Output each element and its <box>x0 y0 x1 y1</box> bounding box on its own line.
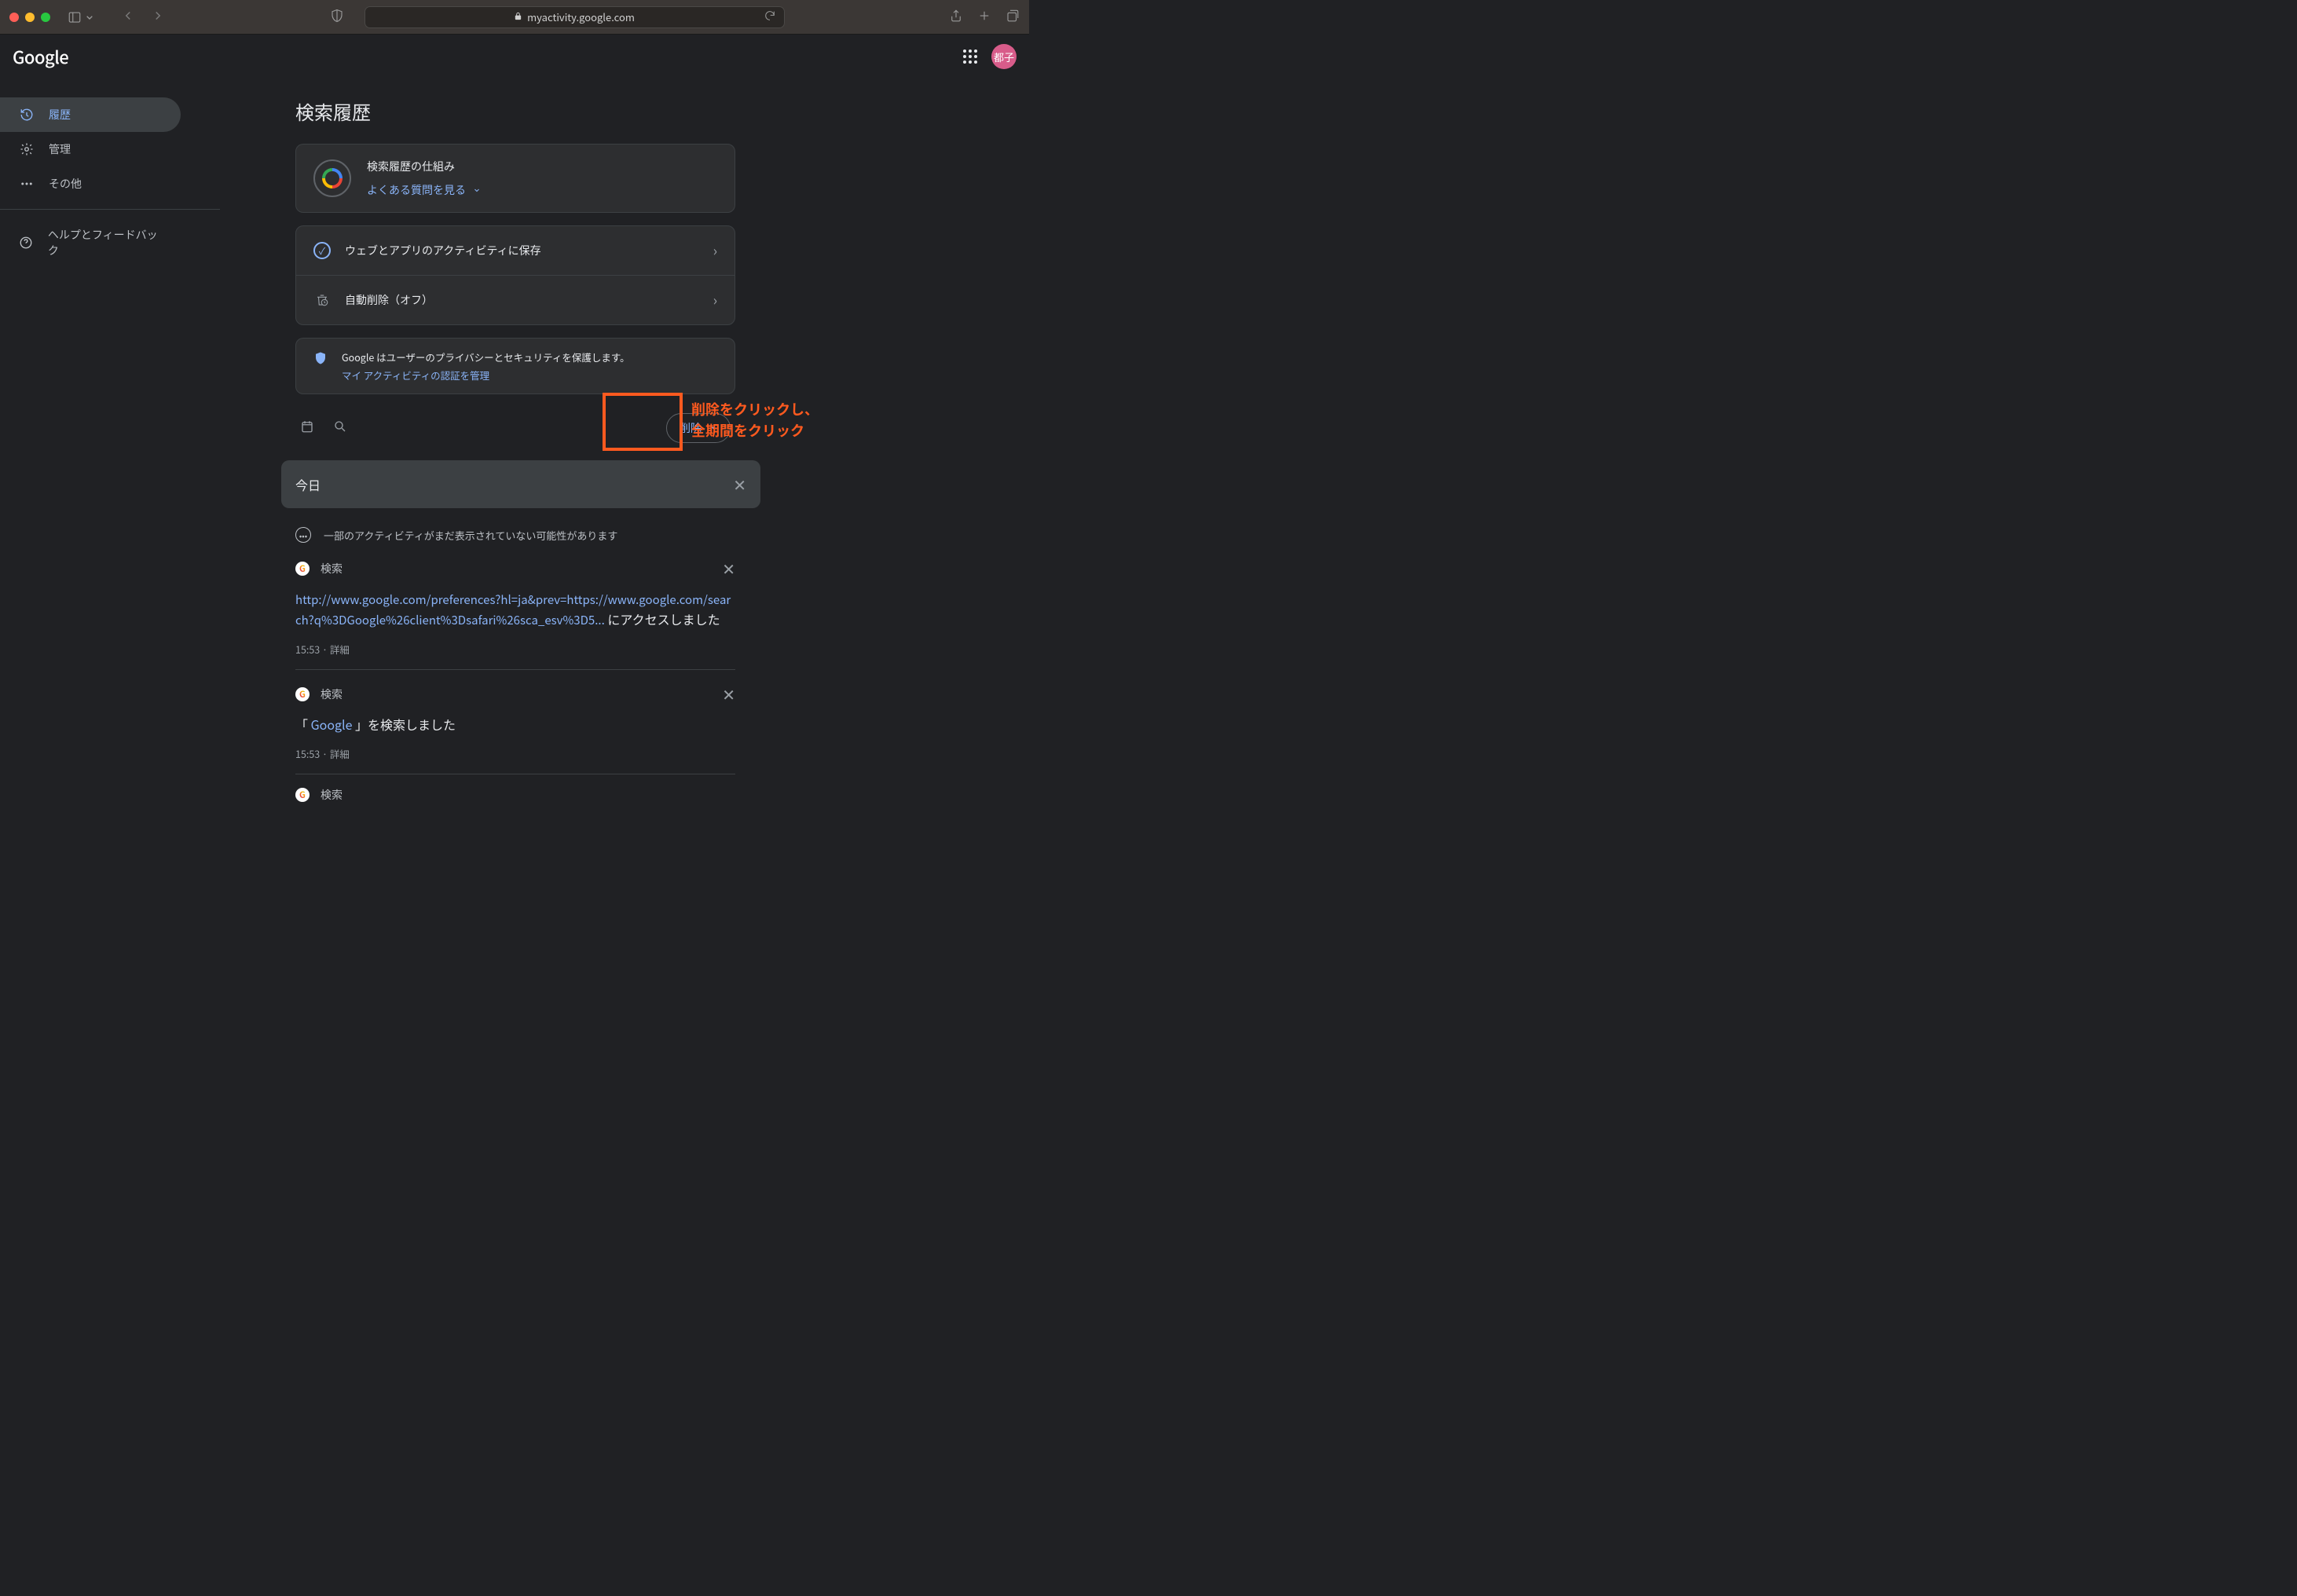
activity-item: 検索 ✕ http://www.google.com/preferences?h… <box>295 557 735 670</box>
activity-notice: ••• 一部のアクティビティがまだ表示されていない可能性があります <box>295 522 735 547</box>
activity-source: 検索 <box>321 787 343 803</box>
sidebar: 履歴 管理 その他 ヘルプとフィードバック <box>0 79 220 719</box>
sidebar-item-label: ヘルプとフィードバック <box>48 227 162 258</box>
sidebar-item-label: その他 <box>49 176 82 192</box>
google-favicon-icon <box>295 687 310 701</box>
filter-row: 削除 <box>295 407 735 449</box>
google-logo[interactable]: Google <box>13 44 68 69</box>
history-icon <box>19 108 35 122</box>
howitworks-title: 検索履歴の仕組み <box>367 159 482 174</box>
search-term-link[interactable]: Google <box>311 715 353 734</box>
activity-detail-link[interactable]: 詳細 <box>330 642 350 657</box>
refresh-button[interactable] <box>764 9 776 25</box>
help-icon <box>19 236 34 250</box>
info-icon: ••• <box>295 527 311 543</box>
activity-item: 検索 <box>295 787 735 803</box>
page-title: 検索履歴 <box>295 97 735 125</box>
privacy-text: Google はユーザーのプライバシーとセキュリティを保護します。 <box>342 350 630 364</box>
check-icon: ✓ <box>313 242 331 259</box>
back-button[interactable] <box>121 8 135 27</box>
more-icon <box>19 177 35 191</box>
avatar[interactable]: 都子 <box>991 44 1017 69</box>
activity-search-query: 「 Google 」を検索しました <box>295 715 735 734</box>
safari-toolbar: myactivity.google.com <box>0 0 1029 35</box>
delete-activity-button[interactable]: ✕ <box>722 683 735 705</box>
google-header: Google 都子 <box>0 35 1029 79</box>
shield-icon <box>313 351 328 368</box>
chevron-down-icon <box>83 11 96 24</box>
activity-source: 検索 <box>321 561 343 577</box>
sidebar-item-label: 管理 <box>49 141 71 157</box>
privacy-card: Google はユーザーのプライバシーとセキュリティを保護します。 マイ アクテ… <box>295 338 735 394</box>
window-controls <box>9 13 50 22</box>
address-bar[interactable]: myactivity.google.com <box>365 6 785 28</box>
minimize-window-button[interactable] <box>25 13 35 22</box>
gear-icon <box>19 142 35 156</box>
privacy-manage-link[interactable]: マイ アクティビティの認証を管理 <box>342 368 630 383</box>
google-favicon-icon <box>295 788 310 802</box>
activity-meta: 15:53 · 詳細 <box>295 642 735 657</box>
activity-detail-link[interactable]: 詳細 <box>330 746 350 761</box>
auto-delete-icon <box>313 291 331 309</box>
today-label: 今日 <box>295 475 321 494</box>
calendar-icon[interactable] <box>300 418 314 438</box>
auto-delete-row[interactable]: 自動削除（オフ） › <box>296 276 735 324</box>
divider <box>0 209 220 210</box>
divider <box>295 669 735 670</box>
close-window-button[interactable] <box>9 13 19 22</box>
lock-icon <box>514 11 522 24</box>
settings-card: ✓ ウェブとアプリのアクティビティに保存 › 自動削除（オフ） › <box>295 225 735 325</box>
forward-button[interactable] <box>151 8 165 27</box>
url-text: myactivity.google.com <box>527 9 635 24</box>
google-g-icon <box>313 159 351 197</box>
sidebar-item-help[interactable]: ヘルプとフィードバック <box>0 218 181 268</box>
search-icon[interactable] <box>333 418 347 438</box>
google-favicon-icon <box>295 562 310 576</box>
chevron-right-icon: › <box>713 290 717 310</box>
close-icon[interactable]: ✕ <box>733 473 746 496</box>
share-button[interactable] <box>949 8 963 27</box>
privacy-shield-icon[interactable] <box>330 8 344 27</box>
sidebar-item-history[interactable]: 履歴 <box>0 97 181 132</box>
maximize-window-button[interactable] <box>41 13 50 22</box>
sidebar-toggle-button[interactable] <box>64 7 99 27</box>
annotation-text: 削除をクリックし、 全期間をクリック <box>691 399 819 441</box>
save-activity-row[interactable]: ✓ ウェブとアプリのアクティビティに保存 › <box>296 226 735 276</box>
sidebar-item-other[interactable]: その他 <box>0 167 181 201</box>
sidebar-item-manage[interactable]: 管理 <box>0 132 181 167</box>
howitworks-card: 検索履歴の仕組み よくある質問を見る <box>295 144 735 213</box>
activity-item: 検索 ✕ 「 Google 」を検索しました 15:53 · 詳細 <box>295 683 735 774</box>
auto-delete-label: 自動削除（オフ） <box>345 292 433 308</box>
new-tab-button[interactable] <box>977 8 991 27</box>
save-activity-label: ウェブとアプリのアクティビティに保存 <box>345 243 541 258</box>
activity-suffix: にアクセスしました <box>605 609 720 628</box>
google-apps-button[interactable] <box>963 49 977 64</box>
sidebar-item-label: 履歴 <box>49 107 71 123</box>
notice-text: 一部のアクティビティがまだ表示されていない可能性があります <box>324 528 617 543</box>
delete-activity-button[interactable]: ✕ <box>722 557 735 580</box>
activity-source: 検索 <box>321 686 343 702</box>
chevron-right-icon: › <box>713 240 717 261</box>
faq-link[interactable]: よくある質問を見る <box>367 182 482 198</box>
tabs-overview-button[interactable] <box>1006 8 1020 27</box>
today-banner: 今日 ✕ <box>281 460 760 508</box>
chevron-down-icon <box>472 185 482 195</box>
activity-meta: 15:53 · 詳細 <box>295 746 735 761</box>
